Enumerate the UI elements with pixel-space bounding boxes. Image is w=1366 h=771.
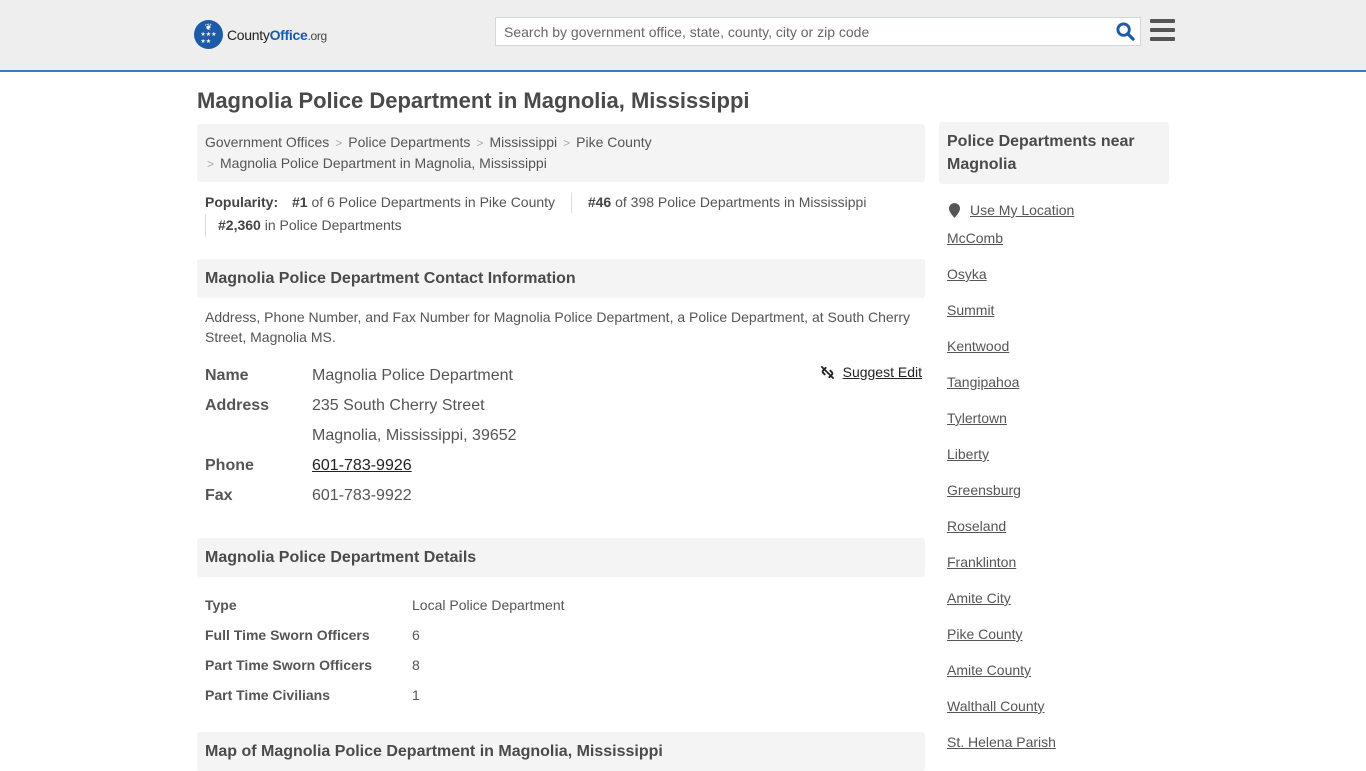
details-table: Type Local Police Department Full Time S… — [197, 577, 925, 710]
broken-link-icon — [820, 365, 834, 379]
list-item: Tylertown — [947, 398, 1161, 434]
nearby-list: McComb Osyka Summit Kentwood Tangipahoa … — [939, 218, 1169, 758]
logo-text: CountyOffice.org — [227, 26, 327, 43]
sidebar: Police Departments near Magnolia Use My … — [939, 122, 1169, 758]
search-input[interactable] — [496, 18, 1110, 45]
map-section-heading: Map of Magnolia Police Department in Mag… — [197, 732, 925, 771]
breadcrumb-item[interactable]: Mississippi — [489, 134, 557, 150]
nearby-link[interactable]: St. Helena Parish — [947, 732, 1056, 758]
divider — [570, 193, 572, 214]
details-row: Part Time Sworn Officers 8 — [205, 657, 420, 673]
site-header: ❦ ★★★ ★★ CountyOffice.org — [0, 0, 1366, 72]
popularity-rank-state: #46 of 398 Police Departments in Mississ… — [587, 194, 867, 210]
list-item: Walthall County — [947, 686, 1161, 722]
list-item: Osyka — [947, 254, 1161, 290]
use-my-location-link[interactable]: Use My Location — [970, 202, 1074, 218]
nearby-link[interactable]: Summit — [947, 300, 994, 326]
nearby-link[interactable]: Walthall County — [947, 696, 1045, 722]
breadcrumb-item[interactable]: Government Offices — [205, 134, 329, 150]
nearby-link[interactable]: Amite County — [947, 660, 1031, 686]
address-line1: 235 South Cherry Street — [312, 397, 485, 414]
list-item: McComb — [947, 218, 1161, 254]
nearby-link[interactable]: Greensburg — [947, 480, 1021, 506]
contact-section-heading: Magnolia Police Department Contact Infor… — [197, 259, 925, 298]
page-title: Magnolia Police Department in Magnolia, … — [197, 88, 750, 113]
nearby-link[interactable]: Tangipahoa — [947, 372, 1019, 398]
nearby-link[interactable]: Franklinton — [947, 552, 1016, 578]
nearby-link[interactable]: Pike County — [947, 624, 1022, 650]
contact-row-fax: Fax 601-783-9922 — [205, 487, 412, 504]
contact-info: Suggest Edit Name Magnolia Police Depart… — [197, 347, 925, 511]
search-box — [495, 17, 1141, 46]
list-item: Summit — [947, 290, 1161, 326]
nearby-link[interactable]: Kentwood — [947, 336, 1009, 362]
menu-bar — [1150, 28, 1175, 32]
list-item: Roseland — [947, 506, 1161, 542]
nearby-link[interactable]: Amite City — [947, 588, 1011, 614]
popularity-rank-county: #1 of 6 Police Departments in Pike Count… — [292, 194, 556, 210]
breadcrumb-separator: > — [476, 136, 484, 150]
details-row: Type Local Police Department — [205, 597, 565, 613]
contact-row-phone: Phone 601-783-9926 — [205, 457, 412, 474]
contact-description: Address, Phone Number, and Fax Number fo… — [205, 309, 911, 345]
details-row: Part Time Civilians 1 — [205, 687, 420, 703]
eagle-stars-icon: ❦ ★★★ ★★ — [194, 20, 223, 49]
fax-number: 601-783-9922 — [312, 487, 412, 504]
nearby-link[interactable]: McComb — [947, 228, 1003, 254]
details-row: Full Time Sworn Officers 6 — [205, 627, 420, 643]
details-section-heading: Magnolia Police Department Details — [197, 538, 925, 577]
nearby-link[interactable]: Tylertown — [947, 408, 1007, 434]
list-item: Amite County — [947, 650, 1161, 686]
map-pin-icon — [949, 202, 960, 218]
hamburger-menu-button[interactable] — [1150, 19, 1175, 41]
breadcrumb-item[interactable]: Police Departments — [348, 134, 470, 150]
popularity: Popularity: #1 of 6 Police Departments i… — [197, 182, 925, 237]
nearby-link[interactable]: Liberty — [947, 444, 989, 470]
search-button[interactable] — [1110, 18, 1140, 45]
nearby-link[interactable]: Roseland — [947, 516, 1006, 542]
contact-row-name: Name Magnolia Police Department — [205, 367, 513, 384]
site-logo[interactable]: ❦ ★★★ ★★ CountyOffice.org — [194, 20, 327, 49]
breadcrumb-separator: > — [563, 136, 571, 150]
list-item: Liberty — [947, 434, 1161, 470]
address-line2: Magnolia, Mississippi, 39652 — [312, 427, 517, 444]
list-item: Kentwood — [947, 326, 1161, 362]
sidebar-heading: Police Departments near Magnolia — [939, 122, 1169, 184]
use-my-location: Use My Location — [939, 184, 1169, 218]
suggest-edit-link[interactable]: Suggest Edit — [820, 364, 922, 380]
phone-link[interactable]: 601-783-9926 — [312, 457, 412, 474]
contact-row-address2: Magnolia, Mississippi, 39652 — [205, 421, 917, 451]
department-name: Magnolia Police Department — [312, 367, 513, 384]
list-item: Amite City — [947, 578, 1161, 614]
popularity-label: Popularity: — [205, 194, 279, 210]
breadcrumb: Government Offices > Police Departments > Mi… — [197, 124, 925, 182]
search-icon — [1115, 22, 1135, 41]
contact-row-address: Address 235 South Cherry Street — [205, 397, 485, 414]
breadcrumb-separator: > — [207, 157, 215, 171]
breadcrumb-separator: > — [335, 136, 343, 150]
list-item: Tangipahoa — [947, 362, 1161, 398]
menu-bar — [1150, 19, 1175, 23]
popularity-rank-national: #2,360 in Police Departments — [205, 214, 402, 237]
list-item: Greensburg — [947, 470, 1161, 506]
menu-bar — [1150, 37, 1175, 41]
main-content: Government Offices > Police Departments > Mi… — [197, 124, 925, 771]
list-item: St. Helena Parish — [947, 722, 1161, 758]
list-item: Franklinton — [947, 542, 1161, 578]
list-item: Pike County — [947, 614, 1161, 650]
breadcrumb-current: Magnolia Police Department in Magnolia, … — [220, 155, 547, 171]
breadcrumb-item[interactable]: Pike County — [576, 134, 651, 150]
nearby-link[interactable]: Osyka — [947, 264, 987, 290]
